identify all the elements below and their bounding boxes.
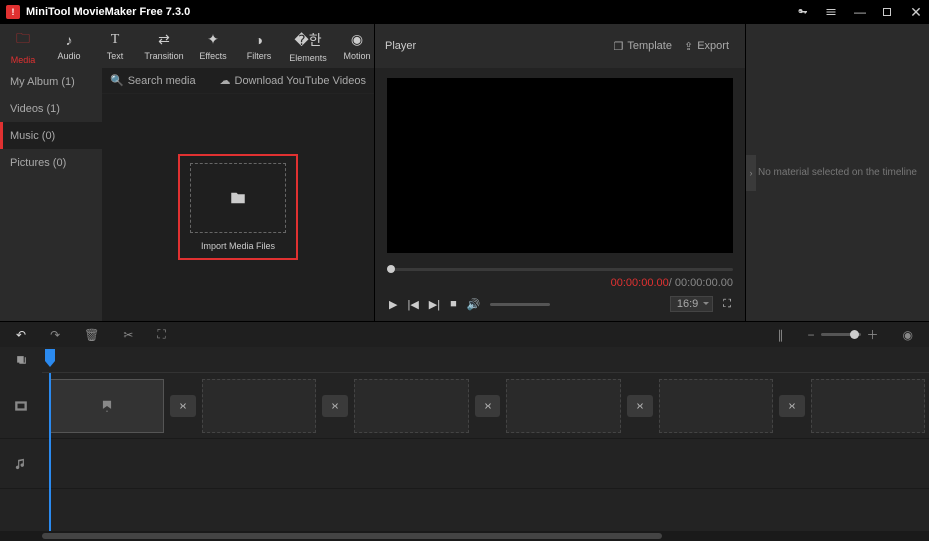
tab-transition[interactable]: ⇄Transition: [138, 24, 190, 68]
tab-motion[interactable]: ◉Motion: [334, 24, 380, 68]
import-media-button[interactable]: Import Media Files: [178, 154, 298, 260]
mixer-icon[interactable]: ∥: [777, 328, 783, 342]
timeline-toolbar: ↶ ↷ 🗑 ✂ ⛶ ∥ − ＋ ◉: [0, 321, 929, 347]
clip-slot[interactable]: [50, 379, 164, 433]
audio-track[interactable]: [42, 439, 929, 489]
sidebar-item-music[interactable]: Music (0): [0, 122, 102, 149]
search-input[interactable]: 🔍Search media: [110, 74, 214, 87]
title-bar: ! MiniTool MovieMaker Free 7.3.0 — ✕: [0, 0, 929, 24]
playhead[interactable]: [45, 349, 55, 361]
audio-track-header[interactable]: [0, 439, 42, 489]
folder-icon: [228, 189, 248, 207]
video-track-header[interactable]: [0, 373, 42, 439]
media-sidebar: My Album (1) Videos (1) Music (0) Pictur…: [0, 68, 102, 321]
tab-audio[interactable]: ♪Audio: [46, 24, 92, 68]
clip-slot[interactable]: [811, 379, 925, 433]
transition-slot[interactable]: [475, 395, 501, 417]
template-icon: ❐: [613, 40, 623, 53]
zoom-out-button[interactable]: −: [807, 328, 814, 342]
progress-knob[interactable]: [387, 265, 395, 273]
video-track[interactable]: [42, 373, 929, 439]
minimize-button[interactable]: —: [853, 5, 867, 19]
tab-filters[interactable]: ◑Filters: [236, 24, 282, 68]
redo-button[interactable]: ↷: [50, 328, 60, 342]
zoom-fit-button[interactable]: ◉: [903, 328, 913, 342]
no-selection-message: No material selected on the timeline: [758, 167, 917, 178]
search-icon: 🔍: [110, 74, 124, 87]
app-logo-icon: !: [6, 5, 20, 19]
sidebar-item-my-album[interactable]: My Album (1): [0, 68, 102, 95]
fullscreen-button[interactable]: ⛶: [723, 298, 731, 311]
transition-slot[interactable]: [627, 395, 653, 417]
tab-effects[interactable]: ✦Effects: [190, 24, 236, 68]
playhead-line[interactable]: [49, 373, 51, 531]
properties-panel: › No material selected on the timeline: [745, 24, 929, 321]
media-panel: 🗀Media ♪Audio TText ⇄Transition ✦Effects…: [0, 24, 375, 321]
cloud-download-icon: ☁: [220, 74, 231, 87]
progress-bar[interactable]: [387, 261, 733, 277]
aspect-ratio-select[interactable]: 16:9: [670, 296, 713, 312]
clip-slot[interactable]: [354, 379, 468, 433]
zoom-in-button[interactable]: ＋: [867, 326, 879, 343]
key-icon[interactable]: [797, 6, 811, 18]
maximize-button[interactable]: [881, 6, 895, 18]
export-icon: ⇪: [684, 40, 693, 53]
volume-button[interactable]: 🔊: [467, 298, 481, 311]
stop-button[interactable]: ■: [450, 298, 457, 310]
timecode: 00:00:00.00 / 00:00:00.00: [387, 277, 733, 289]
transition-slot[interactable]: [322, 395, 348, 417]
timeline-scrollbar[interactable]: [0, 531, 929, 541]
zoom-slider[interactable]: [821, 333, 861, 336]
sidebar-item-pictures[interactable]: Pictures (0): [0, 149, 102, 176]
volume-slider[interactable]: [490, 303, 550, 306]
download-youtube-button[interactable]: ☁Download YouTube Videos: [220, 74, 367, 87]
tab-media[interactable]: 🗀Media: [0, 24, 46, 68]
split-button[interactable]: ✂: [123, 328, 133, 342]
import-label: Import Media Files: [201, 241, 275, 251]
menu-icon[interactable]: [825, 6, 839, 18]
play-button[interactable]: ▶: [389, 298, 397, 311]
clip-slot[interactable]: [506, 379, 620, 433]
video-preview[interactable]: [387, 78, 733, 253]
crop-button[interactable]: ⛶: [157, 327, 165, 342]
time-ruler[interactable]: [42, 347, 929, 373]
export-button[interactable]: ⇪Export: [678, 40, 735, 53]
next-frame-button[interactable]: ▶|: [429, 298, 440, 311]
add-clip-icon: [100, 399, 114, 413]
player-panel: Player ❐Template ⇪Export 00:00:00.00 / 0…: [375, 24, 745, 321]
close-button[interactable]: ✕: [909, 4, 923, 21]
panel-collapse-handle[interactable]: ›: [746, 155, 756, 191]
clip-slot[interactable]: [202, 379, 316, 433]
audio-track-icon: [14, 457, 28, 471]
transition-slot[interactable]: [170, 395, 196, 417]
clip-slot[interactable]: [659, 379, 773, 433]
sidebar-item-videos[interactable]: Videos (1): [0, 95, 102, 122]
template-button[interactable]: ❐Template: [607, 40, 678, 53]
transition-slot[interactable]: [779, 395, 805, 417]
player-title: Player: [385, 40, 607, 52]
undo-button[interactable]: ↶: [16, 328, 26, 342]
tab-text[interactable]: TText: [92, 24, 138, 68]
delete-button[interactable]: 🗑: [84, 328, 99, 342]
video-track-icon: [14, 399, 28, 413]
prev-frame-button[interactable]: |◀: [407, 298, 418, 311]
add-track-icon[interactable]: [15, 354, 28, 367]
timeline: [0, 347, 929, 541]
main-toolbar: 🗀Media ♪Audio TText ⇄Transition ✦Effects…: [0, 24, 374, 68]
app-title: MiniTool MovieMaker Free 7.3.0: [26, 6, 797, 18]
tab-elements[interactable]: �한Elements: [282, 24, 334, 68]
